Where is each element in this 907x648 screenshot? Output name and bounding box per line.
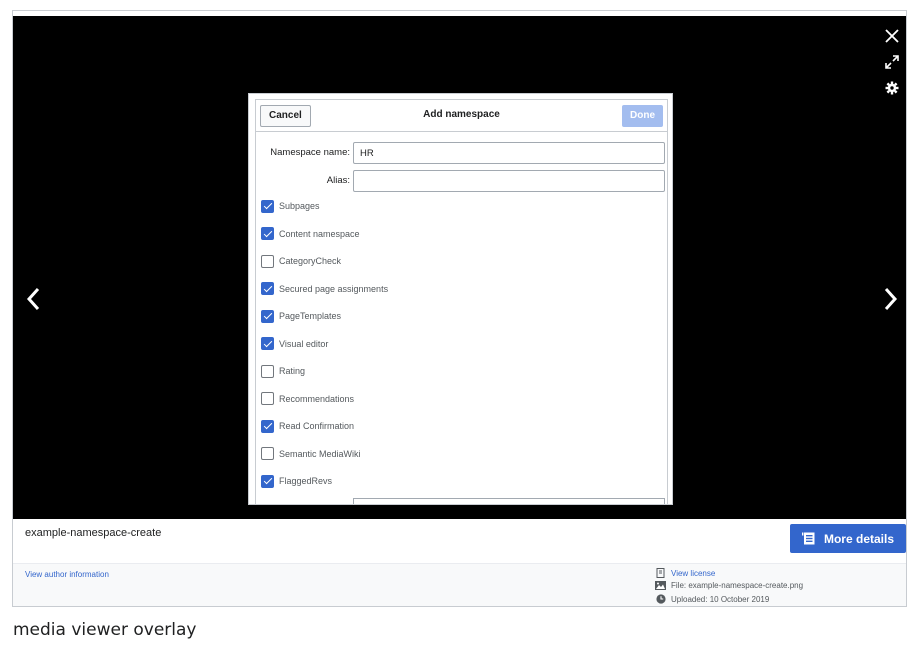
uploaded-row: Uploaded: 10 October 2019 bbox=[655, 594, 769, 604]
option-flaggedrevs[interactable]: FlaggedRevs bbox=[261, 474, 332, 488]
content-namespace-checkbox[interactable] bbox=[261, 227, 274, 240]
file-title: example-namespace-create bbox=[25, 527, 162, 539]
dialog-title: Add namespace bbox=[423, 109, 500, 120]
uploaded-date: Uploaded: 10 October 2019 bbox=[671, 594, 770, 604]
semantic-mediawiki-checkbox[interactable] bbox=[261, 447, 274, 460]
next-field-input[interactable] bbox=[353, 498, 665, 504]
option-label: Semantic MediaWiki bbox=[279, 448, 361, 459]
option-visual-editor[interactable]: Visual editor bbox=[261, 337, 328, 351]
image-file-icon bbox=[655, 581, 666, 590]
option-label: FlaggedRevs bbox=[279, 476, 333, 486]
option-label: Content namespace bbox=[279, 228, 360, 239]
option-label: Read Confirmation bbox=[279, 421, 355, 431]
option-categorycheck[interactable]: CategoryCheck bbox=[261, 254, 341, 268]
option-label: Subpages bbox=[279, 201, 320, 211]
prev-arrow-icon[interactable] bbox=[22, 285, 44, 313]
namespace-name-row: Namespace name: bbox=[256, 142, 667, 164]
option-secured-page-assignments[interactable]: Secured page assignments bbox=[261, 282, 388, 296]
namespace-name-label: Namespace name: bbox=[270, 147, 350, 158]
option-subpages[interactable]: Subpages bbox=[261, 199, 320, 213]
option-label: Visual editor bbox=[279, 338, 329, 349]
option-label: CategoryCheck bbox=[279, 256, 342, 266]
option-rating[interactable]: Rating bbox=[261, 364, 305, 378]
file-name-info: File: example-namespace-create.png bbox=[671, 581, 804, 590]
done-button[interactable]: Done bbox=[622, 105, 663, 127]
license-icon bbox=[655, 568, 666, 578]
view-license-link[interactable]: View license bbox=[671, 569, 715, 578]
option-label: Secured page assignments bbox=[279, 283, 389, 294]
file-page-icon bbox=[801, 532, 815, 545]
author-info-link[interactable]: View author information bbox=[25, 570, 109, 579]
image-caption: media viewer overlay bbox=[13, 620, 197, 640]
more-details-button[interactable]: More details bbox=[790, 524, 906, 553]
option-label: PageTemplates bbox=[279, 311, 342, 321]
alias-row: Alias: bbox=[256, 170, 667, 192]
license-row: View license bbox=[655, 568, 715, 578]
settings-icon[interactable] bbox=[882, 78, 902, 98]
alias-input[interactable] bbox=[353, 170, 665, 192]
visual-editor-checkbox[interactable] bbox=[261, 337, 274, 350]
namespace-name-input[interactable] bbox=[353, 142, 665, 164]
fullscreen-icon[interactable] bbox=[882, 52, 902, 72]
clock-icon bbox=[655, 594, 666, 604]
option-recommendations[interactable]: Recommendations bbox=[261, 392, 354, 406]
alias-label: Alias: bbox=[326, 175, 350, 186]
next-arrow-icon[interactable] bbox=[880, 285, 902, 313]
option-read-confirmation[interactable]: Read Confirmation bbox=[261, 419, 354, 433]
recommendations-checkbox[interactable] bbox=[261, 392, 274, 405]
flaggedrevs-checkbox[interactable] bbox=[261, 474, 274, 488]
option-pagetemplates[interactable]: PageTemplates bbox=[261, 309, 341, 323]
rating-checkbox[interactable] bbox=[261, 364, 274, 378]
read-confirmation-checkbox[interactable] bbox=[261, 419, 274, 433]
subpages-checkbox[interactable] bbox=[261, 199, 274, 213]
file-row: File: example-namespace-create.png bbox=[655, 581, 803, 590]
more-details-label: More details bbox=[823, 531, 895, 546]
option-content-namespace[interactable]: Content namespace bbox=[261, 227, 360, 241]
option-label: Rating bbox=[279, 366, 306, 376]
categorycheck-checkbox[interactable] bbox=[261, 254, 274, 268]
option-semantic-mediawiki[interactable]: Semantic MediaWiki bbox=[261, 447, 361, 461]
add-namespace-dialog: Cancel Add namespace Done Namespace name… bbox=[248, 93, 673, 505]
dialog-panel: Cancel Add namespace Done Namespace name… bbox=[255, 99, 668, 504]
pagetemplates-checkbox[interactable] bbox=[261, 309, 274, 323]
option-label: Recommendations bbox=[279, 393, 355, 404]
close-icon[interactable] bbox=[882, 26, 902, 46]
secured-page-assignments-checkbox[interactable] bbox=[261, 282, 274, 295]
dialog-header: Cancel Add namespace Done bbox=[256, 100, 667, 132]
